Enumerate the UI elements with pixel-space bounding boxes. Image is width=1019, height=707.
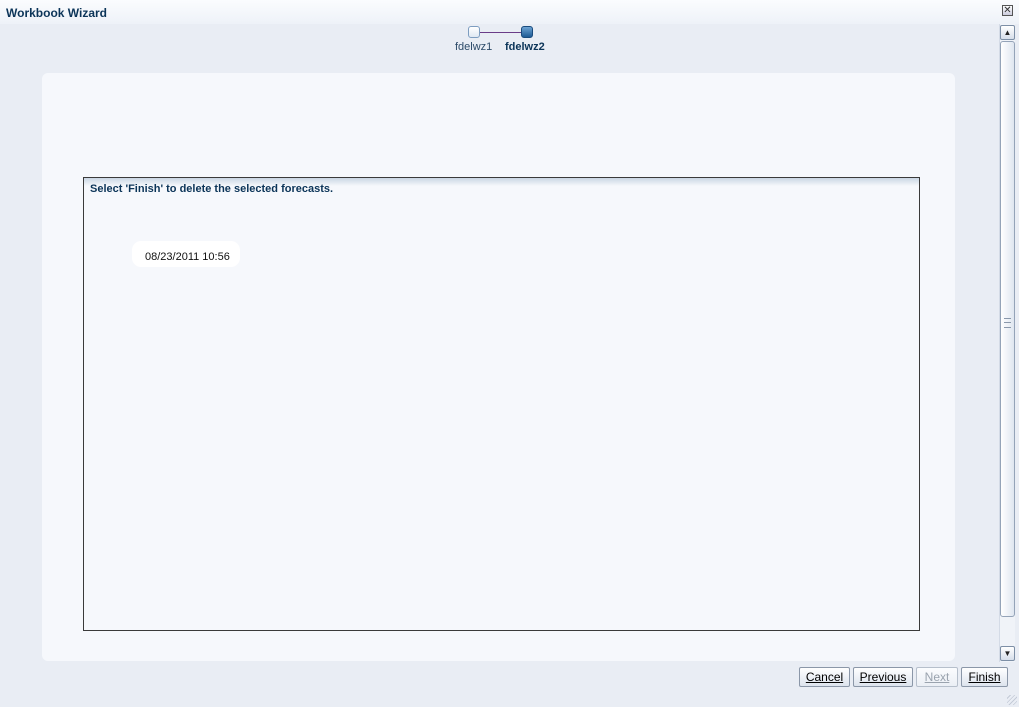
title-bar: Workbook Wizard ✕ (0, 0, 1019, 24)
close-icon[interactable]: ✕ (1002, 5, 1013, 16)
wizard-train: fdelwz1 fdelwz2 (455, 25, 555, 55)
next-button-label: Next (924, 670, 950, 684)
forecast-item: 08/23/2011 10:56 (132, 241, 240, 267)
instruction-message: Select 'Finish' to delete the selected f… (90, 183, 334, 195)
scroll-thumb[interactable] (1000, 41, 1015, 617)
train-step-1-label[interactable]: fdelwz1 (455, 41, 492, 53)
content-box: Select 'Finish' to delete the selected f… (83, 177, 920, 631)
resize-grip-icon[interactable] (1007, 695, 1017, 705)
train-stop-1-icon[interactable] (468, 26, 480, 38)
next-button[interactable]: Next (916, 667, 958, 687)
train-step-2-label: fdelwz2 (505, 41, 545, 53)
scroll-grip-icon (1004, 318, 1011, 328)
forecast-date: 08/23/2011 10:56 (145, 251, 230, 263)
finish-button-label: Finish (968, 670, 1001, 684)
finish-button[interactable]: Finish (961, 667, 1008, 687)
previous-button[interactable]: Previous (853, 667, 913, 687)
window-title: Workbook Wizard (6, 6, 108, 20)
cancel-button-label: Cancel (805, 670, 844, 684)
cancel-button[interactable]: Cancel (799, 667, 850, 687)
vertical-scrollbar[interactable]: ▲ ▼ (999, 24, 1015, 662)
train-stop-2-icon (521, 26, 533, 38)
train-connector (480, 32, 521, 33)
scroll-down-icon[interactable]: ▼ (1000, 646, 1015, 661)
scroll-up-icon[interactable]: ▲ (1000, 25, 1015, 40)
previous-button-label: Previous (859, 670, 907, 684)
